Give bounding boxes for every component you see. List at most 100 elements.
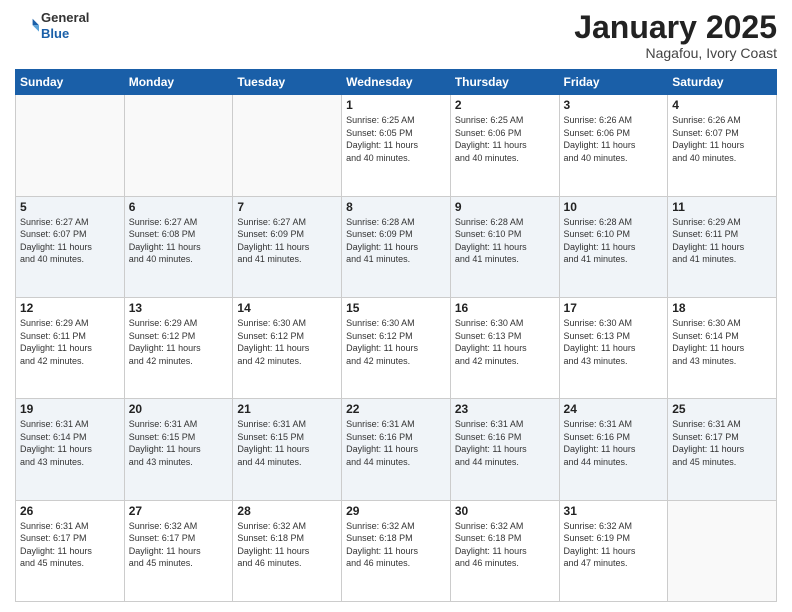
day-number: 24 bbox=[564, 402, 664, 416]
table-row: 9 Sunrise: 6:28 AM Sunset: 6:10 PM Daylig… bbox=[450, 196, 559, 297]
day-info: Sunrise: 6:27 AM Sunset: 6:08 PM Dayligh… bbox=[129, 216, 229, 266]
table-row: 29 Sunrise: 6:32 AM Sunset: 6:18 PM Dayli… bbox=[342, 500, 451, 601]
table-row: 16 Sunrise: 6:30 AM Sunset: 6:13 PM Dayli… bbox=[450, 297, 559, 398]
day-info: Sunrise: 6:25 AM Sunset: 6:05 PM Dayligh… bbox=[346, 114, 446, 164]
day-info: Sunrise: 6:30 AM Sunset: 6:13 PM Dayligh… bbox=[455, 317, 555, 367]
day-number: 16 bbox=[455, 301, 555, 315]
table-row: 4Sunrise: 6:26 AM Sunset: 6:07 PM Daylig… bbox=[668, 95, 777, 196]
table-row: 10 Sunrise: 6:28 AM Sunset: 6:10 PM Dayli… bbox=[559, 196, 668, 297]
day-info: Sunrise: 6:31 AM Sunset: 6:17 PM Dayligh… bbox=[672, 418, 772, 468]
table-row: 11 Sunrise: 6:29 AM Sunset: 6:11 PM Dayli… bbox=[668, 196, 777, 297]
day-number: 28 bbox=[237, 504, 337, 518]
day-number: 9 bbox=[455, 200, 555, 214]
day-number: 7 bbox=[237, 200, 337, 214]
day-number: 25 bbox=[672, 402, 772, 416]
day-info: Sunrise: 6:25 AM Sunset: 6:06 PM Dayligh… bbox=[455, 114, 555, 164]
col-wednesday: Wednesday bbox=[342, 70, 451, 95]
day-info: Sunrise: 6:31 AM Sunset: 6:14 PM Dayligh… bbox=[20, 418, 120, 468]
table-row: 3Sunrise: 6:26 AM Sunset: 6:06 PM Daylig… bbox=[559, 95, 668, 196]
day-info: Sunrise: 6:30 AM Sunset: 6:12 PM Dayligh… bbox=[237, 317, 337, 367]
day-info: Sunrise: 6:32 AM Sunset: 6:18 PM Dayligh… bbox=[455, 520, 555, 570]
table-row: 18 Sunrise: 6:30 AM Sunset: 6:14 PM Dayli… bbox=[668, 297, 777, 398]
table-row: 7 Sunrise: 6:27 AM Sunset: 6:09 PM Daylig… bbox=[233, 196, 342, 297]
day-info: Sunrise: 6:29 AM Sunset: 6:11 PM Dayligh… bbox=[20, 317, 120, 367]
table-row: 31 Sunrise: 6:32 AM Sunset: 6:19 PM Dayli… bbox=[559, 500, 668, 601]
day-number: 5 bbox=[20, 200, 120, 214]
table-row: 8Sunrise: 6:28 AM Sunset: 6:09 PM Daylig… bbox=[342, 196, 451, 297]
day-info: Sunrise: 6:31 AM Sunset: 6:16 PM Dayligh… bbox=[346, 418, 446, 468]
table-row: 23Sunrise: 6:31 AM Sunset: 6:16 PM Dayli… bbox=[450, 399, 559, 500]
calendar-table: Sunday Monday Tuesday Wednesday Thursday… bbox=[15, 69, 777, 602]
day-number: 4 bbox=[672, 98, 772, 112]
day-info: Sunrise: 6:31 AM Sunset: 6:16 PM Dayligh… bbox=[564, 418, 664, 468]
col-saturday: Saturday bbox=[668, 70, 777, 95]
col-tuesday: Tuesday bbox=[233, 70, 342, 95]
day-number: 11 bbox=[672, 200, 772, 214]
logo-text: General Blue bbox=[41, 10, 89, 41]
day-number: 15 bbox=[346, 301, 446, 315]
table-row bbox=[16, 95, 125, 196]
day-info: Sunrise: 6:27 AM Sunset: 6:07 PM Dayligh… bbox=[20, 216, 120, 266]
table-row: 19 Sunrise: 6:31 AM Sunset: 6:14 PM Dayli… bbox=[16, 399, 125, 500]
day-number: 19 bbox=[20, 402, 120, 416]
month-title: January 2025 bbox=[574, 10, 777, 45]
day-info: Sunrise: 6:32 AM Sunset: 6:18 PM Dayligh… bbox=[237, 520, 337, 570]
day-info: Sunrise: 6:28 AM Sunset: 6:09 PM Dayligh… bbox=[346, 216, 446, 266]
title-block: January 2025 Nagafou, Ivory Coast bbox=[574, 10, 777, 61]
day-number: 22 bbox=[346, 402, 446, 416]
day-info: Sunrise: 6:29 AM Sunset: 6:12 PM Dayligh… bbox=[129, 317, 229, 367]
col-friday: Friday bbox=[559, 70, 668, 95]
day-number: 17 bbox=[564, 301, 664, 315]
page: General Blue January 2025 Nagafou, Ivory… bbox=[0, 0, 792, 612]
day-number: 13 bbox=[129, 301, 229, 315]
day-info: Sunrise: 6:31 AM Sunset: 6:17 PM Dayligh… bbox=[20, 520, 120, 570]
day-info: Sunrise: 6:28 AM Sunset: 6:10 PM Dayligh… bbox=[455, 216, 555, 266]
calendar-week-row: 5 Sunrise: 6:27 AM Sunset: 6:07 PM Daylig… bbox=[16, 196, 777, 297]
day-number: 30 bbox=[455, 504, 555, 518]
day-info: Sunrise: 6:28 AM Sunset: 6:10 PM Dayligh… bbox=[564, 216, 664, 266]
calendar-header-row: Sunday Monday Tuesday Wednesday Thursday… bbox=[16, 70, 777, 95]
logo-blue: Blue bbox=[41, 26, 89, 42]
table-row: 1Sunrise: 6:25 AM Sunset: 6:05 PM Daylig… bbox=[342, 95, 451, 196]
calendar-week-row: 19 Sunrise: 6:31 AM Sunset: 6:14 PM Dayli… bbox=[16, 399, 777, 500]
table-row: 24 Sunrise: 6:31 AM Sunset: 6:16 PM Dayli… bbox=[559, 399, 668, 500]
table-row: 12 Sunrise: 6:29 AM Sunset: 6:11 PM Dayli… bbox=[16, 297, 125, 398]
day-number: 29 bbox=[346, 504, 446, 518]
table-row: 13 Sunrise: 6:29 AM Sunset: 6:12 PM Dayli… bbox=[124, 297, 233, 398]
day-info: Sunrise: 6:31 AM Sunset: 6:15 PM Dayligh… bbox=[129, 418, 229, 468]
day-number: 12 bbox=[20, 301, 120, 315]
logo: General Blue bbox=[15, 10, 89, 41]
table-row bbox=[233, 95, 342, 196]
day-number: 20 bbox=[129, 402, 229, 416]
table-row bbox=[668, 500, 777, 601]
table-row: 15Sunrise: 6:30 AM Sunset: 6:12 PM Dayli… bbox=[342, 297, 451, 398]
day-info: Sunrise: 6:29 AM Sunset: 6:11 PM Dayligh… bbox=[672, 216, 772, 266]
table-row: 14 Sunrise: 6:30 AM Sunset: 6:12 PM Dayli… bbox=[233, 297, 342, 398]
day-info: Sunrise: 6:32 AM Sunset: 6:19 PM Dayligh… bbox=[564, 520, 664, 570]
table-row: 6 Sunrise: 6:27 AM Sunset: 6:08 PM Daylig… bbox=[124, 196, 233, 297]
day-info: Sunrise: 6:30 AM Sunset: 6:13 PM Dayligh… bbox=[564, 317, 664, 367]
day-number: 3 bbox=[564, 98, 664, 112]
col-thursday: Thursday bbox=[450, 70, 559, 95]
day-number: 6 bbox=[129, 200, 229, 214]
calendar-week-row: 1Sunrise: 6:25 AM Sunset: 6:05 PM Daylig… bbox=[16, 95, 777, 196]
table-row: 2Sunrise: 6:25 AM Sunset: 6:06 PM Daylig… bbox=[450, 95, 559, 196]
day-number: 23 bbox=[455, 402, 555, 416]
table-row: 26Sunrise: 6:31 AM Sunset: 6:17 PM Dayli… bbox=[16, 500, 125, 601]
day-info: Sunrise: 6:32 AM Sunset: 6:18 PM Dayligh… bbox=[346, 520, 446, 570]
day-number: 14 bbox=[237, 301, 337, 315]
day-number: 31 bbox=[564, 504, 664, 518]
table-row: 5 Sunrise: 6:27 AM Sunset: 6:07 PM Daylig… bbox=[16, 196, 125, 297]
day-number: 10 bbox=[564, 200, 664, 214]
calendar-week-row: 26Sunrise: 6:31 AM Sunset: 6:17 PM Dayli… bbox=[16, 500, 777, 601]
day-info: Sunrise: 6:30 AM Sunset: 6:14 PM Dayligh… bbox=[672, 317, 772, 367]
logo-general: General bbox=[41, 10, 89, 26]
table-row: 17 Sunrise: 6:30 AM Sunset: 6:13 PM Dayli… bbox=[559, 297, 668, 398]
day-number: 27 bbox=[129, 504, 229, 518]
location-subtitle: Nagafou, Ivory Coast bbox=[574, 45, 777, 61]
day-number: 18 bbox=[672, 301, 772, 315]
day-info: Sunrise: 6:27 AM Sunset: 6:09 PM Dayligh… bbox=[237, 216, 337, 266]
day-info: Sunrise: 6:32 AM Sunset: 6:17 PM Dayligh… bbox=[129, 520, 229, 570]
header: General Blue January 2025 Nagafou, Ivory… bbox=[15, 10, 777, 61]
logo-icon bbox=[15, 14, 39, 38]
